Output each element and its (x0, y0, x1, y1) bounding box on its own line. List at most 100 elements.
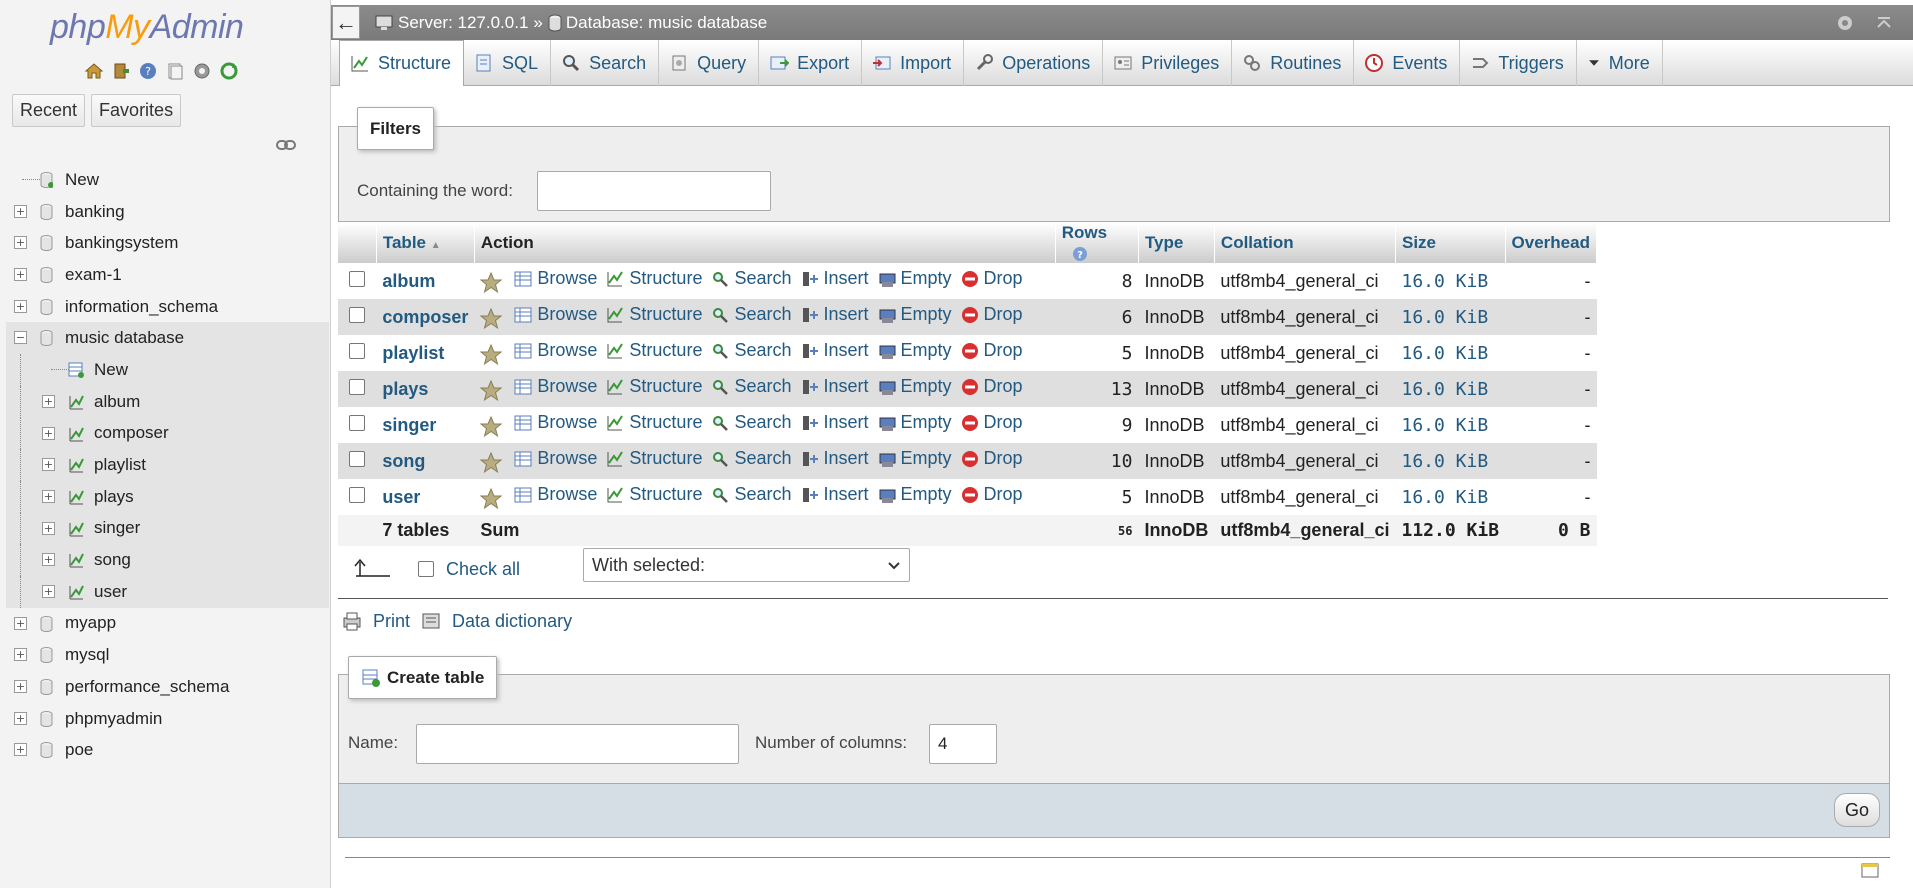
drop-action[interactable]: Drop (961, 484, 1023, 505)
empty-action[interactable]: Empty (878, 484, 952, 505)
insert-action[interactable]: Insert (801, 448, 869, 469)
expand-icon[interactable]: + (14, 616, 27, 630)
tree-item-label[interactable]: mysql (65, 645, 109, 665)
drop-action[interactable]: Drop (961, 268, 1023, 289)
tree-item-music-database[interactable]: − music database (6, 322, 329, 355)
expand-icon[interactable]: + (42, 426, 55, 440)
collapse-nav-button[interactable]: ← (332, 6, 360, 39)
expand-icon[interactable]: + (14, 236, 27, 250)
expand-icon[interactable]: + (14, 204, 27, 218)
print-link[interactable]: Print (373, 611, 410, 632)
reload-icon[interactable] (219, 61, 239, 81)
insert-action[interactable]: Insert (801, 304, 869, 325)
drop-action[interactable]: Drop (961, 340, 1023, 361)
browse-action[interactable]: Browse (514, 304, 597, 325)
row-checkbox[interactable] (349, 270, 366, 287)
tree-item-information-schema[interactable]: + information_schema (0, 291, 331, 323)
search-action[interactable]: Search (711, 448, 792, 469)
structure-action[interactable]: Structure (606, 412, 702, 433)
tree-item-label[interactable]: phpmyadmin (65, 709, 162, 729)
tree-item-label[interactable]: singer (94, 518, 140, 538)
row-checkbox[interactable] (349, 378, 366, 395)
table-name-link[interactable]: album (376, 263, 475, 299)
browse-action[interactable]: Browse (514, 448, 597, 469)
favorite-star-icon[interactable] (479, 487, 503, 510)
settings-icon[interactable] (192, 61, 212, 81)
search-action[interactable]: Search (711, 304, 792, 325)
console-icon[interactable] (1860, 860, 1880, 880)
table-name-link[interactable]: composer (376, 299, 475, 335)
settings-gear-icon[interactable] (1835, 13, 1855, 33)
help-icon[interactable]: ? (1072, 246, 1088, 262)
tree-item-phpmyadmin[interactable]: + phpmyadmin (0, 703, 331, 735)
tree-item-plays[interactable]: + plays (6, 480, 329, 513)
empty-action[interactable]: Empty (878, 448, 952, 469)
favorite-star-icon[interactable] (479, 307, 503, 330)
favorite-star-icon[interactable] (479, 451, 503, 474)
table-name-link[interactable]: song (376, 443, 475, 479)
tree-item-banking[interactable]: + banking (0, 196, 331, 228)
size-column-header[interactable]: Size (1395, 223, 1506, 263)
tab-structure[interactable]: Structure (339, 40, 465, 86)
tree-item-album[interactable]: + album (6, 385, 329, 418)
drop-action[interactable]: Drop (961, 376, 1023, 397)
browse-action[interactable]: Browse (514, 340, 597, 361)
tab-more[interactable]: More (1577, 40, 1663, 86)
number-of-columns-input[interactable]: 4 (929, 724, 997, 764)
type-column-header[interactable]: Type (1138, 223, 1215, 263)
tree-item-mysql[interactable]: + mysql (0, 639, 331, 671)
logout-icon[interactable] (111, 61, 131, 81)
tab-privileges[interactable]: Privileges (1103, 40, 1233, 86)
expand-icon[interactable]: + (42, 489, 55, 503)
search-action[interactable]: Search (711, 340, 792, 361)
tree-item-label[interactable]: user (94, 582, 127, 602)
search-action[interactable]: Search (711, 268, 792, 289)
check-all-label[interactable]: Check all (446, 559, 520, 580)
help-icon[interactable]: ? (138, 61, 158, 81)
tree-item-song[interactable]: + song (6, 544, 329, 576)
favorite-star-icon[interactable] (479, 271, 503, 294)
tree-item-label[interactable]: music database (65, 328, 184, 348)
tab-export[interactable]: Export (759, 40, 863, 86)
search-action[interactable]: Search (711, 484, 792, 505)
with-selected-select[interactable]: With selected: (583, 548, 910, 582)
insert-action[interactable]: Insert (801, 484, 869, 505)
collapse-icon[interactable]: − (14, 331, 27, 345)
tree-item-label[interactable]: myapp (65, 613, 116, 633)
tab-triggers[interactable]: Triggers (1460, 40, 1577, 86)
tree-item-user[interactable]: + user (6, 575, 329, 608)
phpmyadmin-logo[interactable]: phpMyAdmin (50, 8, 244, 47)
tab-query[interactable]: Query (659, 40, 760, 86)
tree-item-label[interactable]: album (94, 392, 140, 412)
drop-action[interactable]: Drop (961, 304, 1023, 325)
table-name-link[interactable]: playlist (376, 335, 475, 371)
tab-import[interactable]: Import (862, 40, 965, 86)
collation-column-header[interactable]: Collation (1214, 223, 1397, 263)
expand-icon[interactable]: + (14, 268, 27, 282)
expand-icon[interactable]: + (42, 394, 55, 408)
expand-icon[interactable]: + (42, 584, 55, 598)
tree-item-singer[interactable]: + singer (6, 512, 329, 545)
tree-item-performance-schema[interactable]: + performance_schema (0, 671, 331, 703)
search-action[interactable]: Search (711, 376, 792, 397)
link-with-main-panel-icon[interactable] (276, 138, 296, 152)
structure-action[interactable]: Structure (606, 448, 702, 469)
tree-item-label[interactable]: composer (94, 423, 169, 443)
row-checkbox[interactable] (349, 342, 366, 359)
empty-action[interactable]: Empty (878, 376, 952, 397)
empty-action[interactable]: Empty (878, 412, 952, 433)
tree-item-new-database[interactable]: New (0, 164, 331, 196)
breadcrumb-server[interactable]: Server: 127.0.0.1 (398, 13, 528, 33)
go-button[interactable]: Go (1834, 793, 1880, 827)
structure-action[interactable]: Structure (606, 484, 702, 505)
tree-item-bankingsystem[interactable]: + bankingsystem (0, 227, 331, 259)
tree-item-exam-1[interactable]: + exam-1 (0, 259, 331, 291)
expand-icon[interactable]: + (14, 743, 27, 757)
table-name-link[interactable]: user (376, 479, 475, 515)
overhead-column-header[interactable]: Overhead (1505, 223, 1598, 263)
table-column-header[interactable]: Table ▲ (376, 223, 475, 263)
favorite-star-icon[interactable] (479, 379, 503, 402)
structure-action[interactable]: Structure (606, 376, 702, 397)
row-checkbox[interactable] (349, 450, 366, 467)
tree-item-label[interactable]: performance_schema (65, 677, 229, 697)
